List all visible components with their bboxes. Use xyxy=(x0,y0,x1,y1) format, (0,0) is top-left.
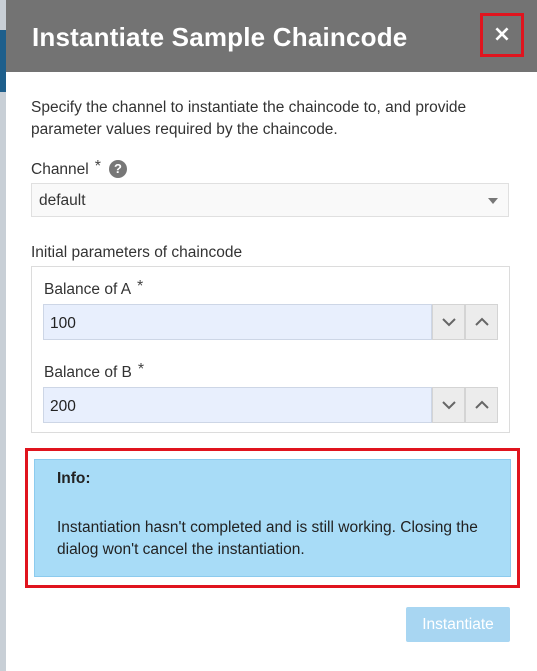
chevron-down-icon xyxy=(441,401,456,410)
info-message: Info: Instantiation hasn't completed and… xyxy=(34,459,511,577)
help-icon[interactable]: ? xyxy=(108,160,127,178)
balance-b-value: 200 xyxy=(50,398,76,415)
balance-a-stepper: 100 xyxy=(43,304,499,340)
close-icon: × xyxy=(492,22,512,47)
balance-a-label-row: Balance of A * xyxy=(44,278,144,299)
channel-label: Channel xyxy=(31,161,89,178)
channel-select[interactable]: default xyxy=(31,183,509,217)
balance-b-input[interactable]: 200 xyxy=(43,387,432,423)
chevron-up-icon xyxy=(474,400,489,409)
close-button[interactable]: × xyxy=(480,13,524,57)
info-text: Instantiation hasn't completed and is st… xyxy=(57,519,478,558)
balance-b-label: Balance of B xyxy=(44,364,132,381)
params-group: Balance of A * 100 Balance of B * 200 xyxy=(31,266,510,433)
decrement-button[interactable] xyxy=(432,304,465,340)
info-title: Info: xyxy=(57,470,91,487)
instantiate-dialog: Instantiate Sample Chaincode × Specify t… xyxy=(6,0,537,671)
balance-a-label: Balance of A xyxy=(44,281,132,298)
required-mark: * xyxy=(137,361,145,378)
dialog-description: Specify the channel to instantiate the c… xyxy=(31,99,467,138)
balance-a-value: 100 xyxy=(50,315,76,332)
channel-select-value: default xyxy=(39,192,86,209)
balance-b-label-row: Balance of B * xyxy=(44,361,145,382)
increment-button[interactable] xyxy=(465,304,498,340)
decrement-button[interactable] xyxy=(432,387,465,423)
caret-down-icon xyxy=(488,198,498,204)
required-mark: * xyxy=(137,278,144,295)
info-highlight: Info: Instantiation hasn't completed and… xyxy=(25,448,520,588)
balance-a-input[interactable]: 100 xyxy=(43,304,432,340)
params-section-label: Initial parameters of chaincode xyxy=(31,244,243,261)
required-mark: * xyxy=(94,158,101,175)
dialog-header: Instantiate Sample Chaincode × xyxy=(6,0,537,72)
balance-b-stepper: 200 xyxy=(43,387,499,423)
chevron-up-icon xyxy=(474,317,489,326)
channel-label-row: Channel *? xyxy=(31,158,127,179)
instantiate-button[interactable]: Instantiate xyxy=(406,607,510,642)
dialog-title: Instantiate Sample Chaincode xyxy=(32,22,408,52)
chevron-down-icon xyxy=(441,318,456,327)
increment-button[interactable] xyxy=(465,387,498,423)
